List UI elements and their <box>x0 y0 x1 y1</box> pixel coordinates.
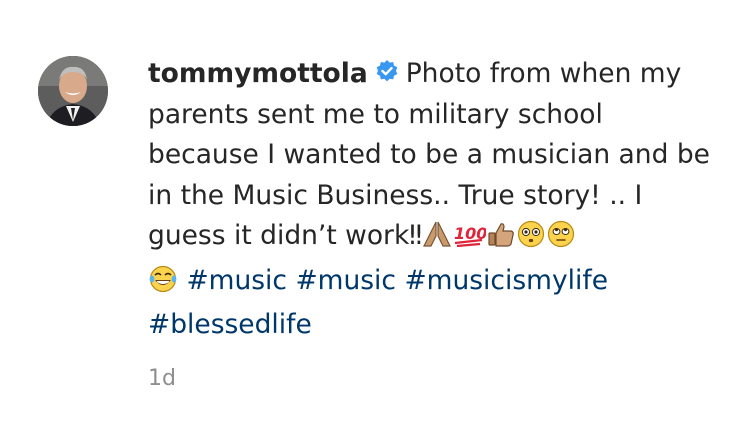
hashtag-link[interactable]: #music <box>186 265 287 296</box>
thumbs-up-emoji <box>486 220 516 261</box>
username-link[interactable]: tommymottola <box>148 58 368 89</box>
verified-badge-icon <box>376 60 398 82</box>
flushed-face-emoji <box>516 220 546 261</box>
comment-caption: tommymottola Photo from when my parents … <box>148 54 718 346</box>
folded-hands-emoji <box>422 220 452 261</box>
eye-roll-emoji <box>546 220 576 261</box>
avatar[interactable] <box>38 56 108 126</box>
hashtag-link[interactable]: #music <box>295 265 396 296</box>
tears-of-joy-emoji <box>148 265 178 306</box>
hashtag-link[interactable]: #musicismylife <box>404 265 608 296</box>
avatar-photo <box>38 56 108 126</box>
timestamp[interactable]: 1d <box>148 366 176 391</box>
hundred-points-emoji: 100 <box>452 220 488 261</box>
hashtag-link[interactable]: #blessedlife <box>148 309 312 340</box>
